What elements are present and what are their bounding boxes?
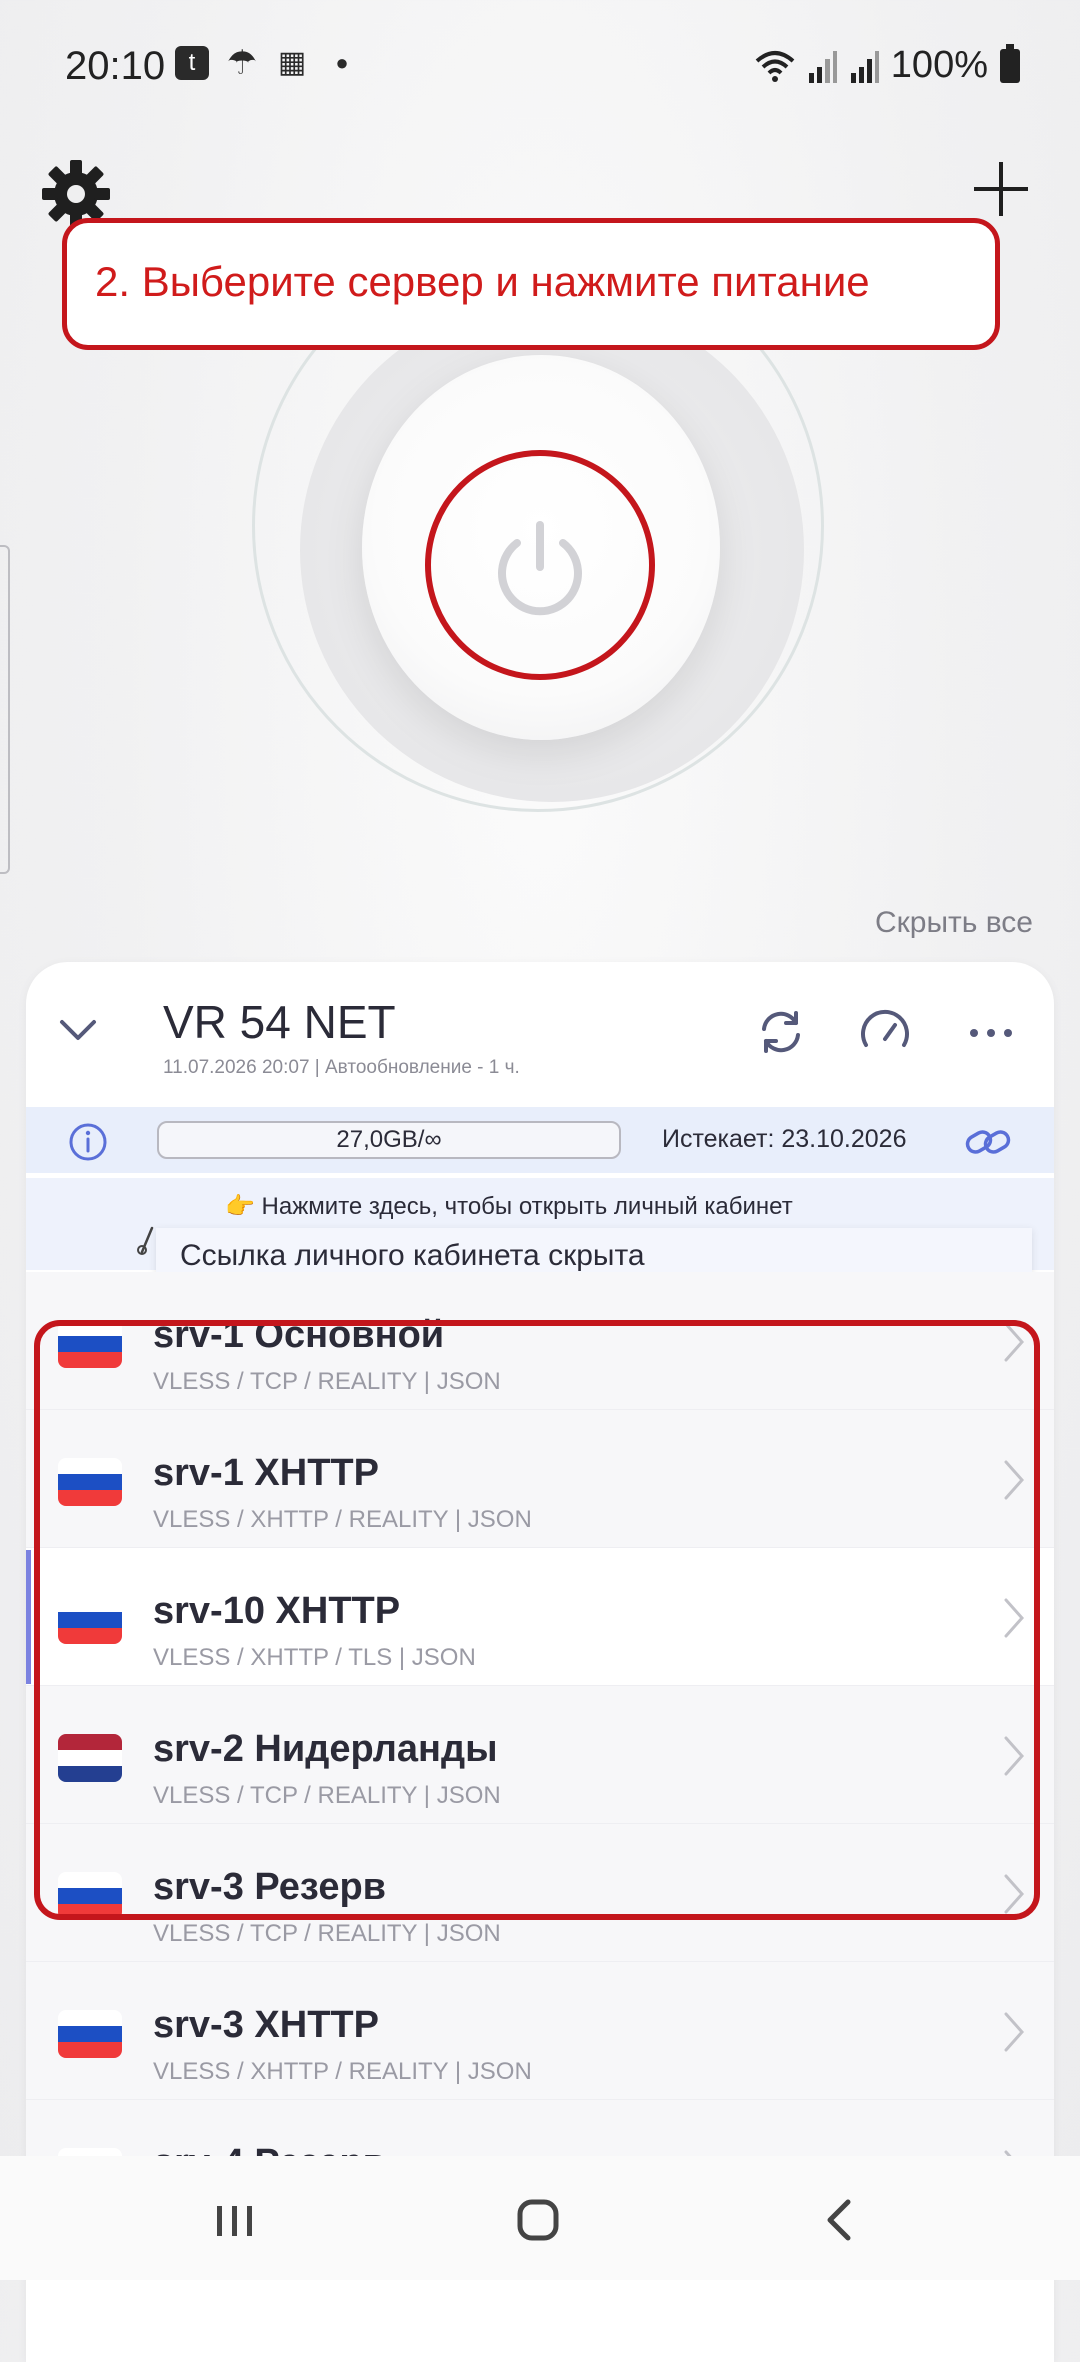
power-highlight-circle	[425, 450, 655, 680]
more-icon[interactable]	[962, 1003, 1020, 1061]
server-name: srv-3 XHTTP	[153, 2004, 379, 2046]
profile-title: VR 54 NET	[163, 996, 396, 1048]
link-icon[interactable]	[964, 1122, 1012, 1162]
recents-icon[interactable]	[205, 2190, 265, 2250]
status-bar: 20:10 t ☂ ▦ ● 100%	[0, 0, 1080, 130]
server-protocol: VLESS / TCP / REALITY | JSON	[153, 1920, 501, 1947]
russia-flag-icon	[58, 2010, 122, 2058]
hide-all-button[interactable]: Скрыть все	[875, 906, 1033, 940]
server-highlight-box	[34, 1320, 1040, 1920]
back-icon[interactable]	[810, 2190, 870, 2250]
signal-icon	[808, 50, 837, 83]
cabinet-link[interactable]: 👉 Нажмите здесь, чтобы открыть личный ка…	[225, 1192, 793, 1221]
calendar-icon: ▦	[277, 46, 307, 79]
notification-icons: t ☂ ▦ ●	[175, 46, 359, 80]
pin-icon	[137, 1226, 154, 1255]
wifi-icon	[755, 50, 795, 82]
selected-indicator	[26, 1550, 31, 1684]
plus-icon[interactable]	[970, 158, 1032, 220]
side-handle[interactable]	[0, 545, 10, 874]
refresh-icon[interactable]	[752, 1003, 810, 1061]
profile-subtitle: 11.07.2026 20:07 | Автообновление - 1 ч.	[163, 1057, 520, 1078]
status-right: 100%	[755, 43, 1020, 87]
chevron-right-icon	[1004, 2012, 1025, 2052]
signal-icon	[850, 50, 879, 83]
info-icon[interactable]	[68, 1122, 108, 1162]
battery-percent: 100%	[890, 44, 988, 86]
annotation-text: 2. Выберите сервер и нажмите питание	[95, 258, 870, 305]
server-protocol: VLESS / XHTTP / REALITY | JSON	[153, 2058, 532, 2085]
speedometer-icon[interactable]	[856, 1003, 914, 1061]
chevron-down-icon[interactable]	[58, 1010, 98, 1050]
status-time: 20:10	[65, 44, 166, 88]
dot-icon: ●	[335, 50, 349, 75]
expiry-date: Истекает: 23.10.2026	[662, 1125, 907, 1153]
traffic-usage: 27,0GB/∞	[157, 1121, 621, 1159]
home-icon[interactable]	[508, 2190, 568, 2250]
umbrella-icon: ☂	[226, 44, 258, 82]
battery-icon	[1000, 43, 1020, 83]
t-icon: t	[175, 46, 209, 80]
